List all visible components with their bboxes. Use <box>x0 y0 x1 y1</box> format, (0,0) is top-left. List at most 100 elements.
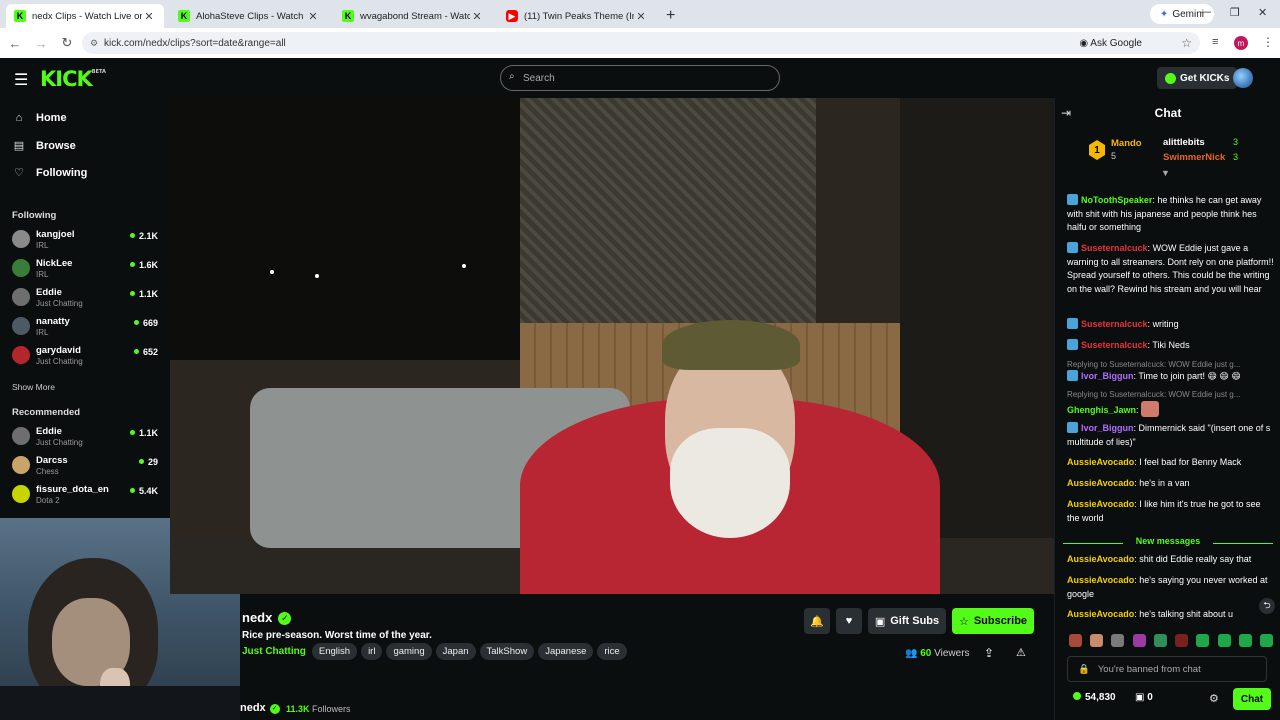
emote-icon[interactable] <box>1175 634 1189 647</box>
minimize-icon[interactable]: — <box>1200 6 1211 18</box>
close-icon[interactable]: ✕ <box>470 10 484 23</box>
close-window-icon[interactable]: ✕ <box>1258 6 1267 19</box>
tag[interactable]: English <box>311 643 358 660</box>
reply-context[interactable]: Replying to Suseternalcuck: WOW Eddie ju… <box>1067 360 1275 369</box>
channel-eddie-recommended[interactable]: Eddie Just Chatting 1.1K <box>12 424 162 450</box>
subs-count[interactable]: ▣ 0 <box>1135 692 1153 703</box>
channel-eddie[interactable]: Eddie Just Chatting 1.1K <box>12 285 162 311</box>
hamburger-menu-icon[interactable]: ☰ <box>14 70 28 90</box>
reply-context[interactable]: Replying to Suseternalcuck: WOW Eddie ju… <box>1067 390 1275 399</box>
restore-icon[interactable]: ❐ <box>1230 6 1240 19</box>
notification-bell-button[interactable]: 🔔 <box>804 608 830 634</box>
user-avatar[interactable] <box>1233 68 1253 88</box>
share-icon[interactable]: ⇪ <box>984 646 994 660</box>
chat-username[interactable]: Ivor_Biggun <box>1081 371 1134 381</box>
channel-darcss[interactable]: Darcss Chess 29 <box>12 453 162 479</box>
follow-heart-button[interactable]: ♥ <box>836 608 862 634</box>
new-tab-button[interactable]: + <box>666 4 675 28</box>
channel-name: kangjoel <box>36 229 75 240</box>
emote-icon[interactable] <box>1217 634 1231 647</box>
chat-username[interactable]: AussieAvocado <box>1067 575 1134 585</box>
channel-name: Darcss <box>36 455 68 466</box>
sidebar-item-home[interactable]: ⌂ Home <box>12 112 67 124</box>
chat-username[interactable]: AussieAvocado <box>1067 499 1134 509</box>
category-link[interactable]: Just Chatting <box>242 646 306 657</box>
url-field[interactable]: ⚙ kick.com/nedx/clips?sort=date&range=al… <box>82 32 1200 54</box>
close-icon[interactable]: ✕ <box>306 10 320 23</box>
chat-username[interactable]: AussieAvocado <box>1067 478 1134 488</box>
avatar <box>12 427 30 445</box>
chat-username[interactable]: AussieAvocado <box>1067 457 1134 467</box>
gift-subs-button[interactable]: ▣ Gift Subs <box>868 608 946 634</box>
chat-username[interactable]: AussieAvocado <box>1067 609 1134 619</box>
tag[interactable]: rice <box>597 643 627 660</box>
channel-nanatty[interactable]: nanatty IRL 669 <box>12 314 162 340</box>
chat-username[interactable]: NoToothSpeaker <box>1081 195 1152 205</box>
channel-fissure-dota-en[interactable]: fissure_dota_en Dota 2 5.4K <box>12 482 162 508</box>
sidebar: ⌂ Home ▤ Browse ♡ Following Following kangj… <box>0 98 170 518</box>
channel-name-footer[interactable]: nedx ✓ <box>240 702 280 714</box>
star-icon: ☆ <box>958 615 969 628</box>
chat-username[interactable]: AussieAvocado <box>1067 554 1134 564</box>
emote-icon[interactable] <box>1153 634 1167 647</box>
site-info-icon[interactable]: ⚙ <box>90 38 98 49</box>
sidebar-item-following[interactable]: ♡ Following <box>12 166 87 180</box>
chat-send-button[interactable]: Chat <box>1233 688 1271 710</box>
search-input[interactable]: ⌕ Search <box>500 65 780 91</box>
chat-message: AussieAvocado: shit did Eddie really say… <box>1067 554 1252 564</box>
close-icon[interactable]: ✕ <box>142 10 156 23</box>
channel-garydavid[interactable]: garydavid Just Chatting 652 <box>12 343 162 369</box>
chat-username[interactable]: Suseternalcuck <box>1081 340 1148 350</box>
emote-icon[interactable] <box>1132 634 1146 647</box>
chat-username[interactable]: Ghenghis_Jawn <box>1067 405 1136 415</box>
channel-kangjoel[interactable]: kangjoel IRL 2.1K <box>12 227 162 253</box>
emote-icon[interactable] <box>1259 634 1273 647</box>
ask-google-button[interactable]: ◉ Ask Google <box>1079 38 1142 49</box>
kick-favicon-icon: K <box>342 10 354 22</box>
browser-tab-1[interactable]: K nedx Clips - Watch Live on Kick ✕ <box>6 4 164 28</box>
streamer-name[interactable]: nedx ✓ <box>242 610 292 625</box>
close-icon[interactable]: ✕ <box>634 10 648 23</box>
scroll-to-bottom-button[interactable]: ⮌ <box>1259 598 1275 614</box>
forward-icon[interactable]: → <box>30 36 52 51</box>
bell-icon: 🔔 <box>810 615 824 628</box>
chat-username[interactable]: Ivor_Biggun <box>1081 423 1134 433</box>
tag[interactable]: Japan <box>435 643 476 660</box>
leader-second-name[interactable]: alittlebits <box>1163 137 1205 148</box>
browser-tab-3[interactable]: K wvagabond Stream - Watch Liv ✕ <box>334 4 492 28</box>
emote-icon[interactable] <box>1111 634 1125 647</box>
back-icon[interactable]: ← <box>4 36 26 51</box>
tag[interactable]: TalkShow <box>479 643 535 660</box>
chat-username[interactable]: Suseternalcuck <box>1081 319 1148 329</box>
tag[interactable]: Japanese <box>538 643 594 660</box>
emote-icon[interactable] <box>1090 634 1104 647</box>
sidebar-item-label: Home <box>36 112 67 124</box>
sidebar-item-browse[interactable]: ▤ Browse <box>12 139 76 153</box>
chat-settings-gear-icon[interactable]: ⚙ <box>1209 692 1219 705</box>
tag[interactable]: irl <box>361 643 383 660</box>
video-player[interactable] <box>170 98 1054 594</box>
reading-list-icon[interactable]: ≡ <box>1212 36 1218 48</box>
kick-logo[interactable]: KICKBETA <box>40 67 106 91</box>
address-bar-row: ← → ↻ ⚙ kick.com/nedx/clips?sort=date&ra… <box>0 28 1280 58</box>
profile-avatar[interactable]: m <box>1234 36 1248 50</box>
leader-third-name[interactable]: SwimmerNick <box>1163 152 1225 163</box>
browser-tab-2[interactable]: K AlohaSteve Clips - Watch Live o ✕ <box>170 4 328 28</box>
bookmark-star-icon[interactable]: ☆ <box>1181 36 1192 50</box>
tag[interactable]: gaming <box>386 643 432 660</box>
browser-tab-4[interactable]: ▶ (11) Twin Peaks Theme (Inst ✕ <box>498 4 656 28</box>
kicks-balance[interactable]: 54,830 <box>1073 692 1116 703</box>
leader-first-name[interactable]: Mando <box>1111 138 1142 149</box>
emote-icon[interactable] <box>1196 634 1210 647</box>
get-kicks-button[interactable]: Get KICKs <box>1157 67 1238 89</box>
chat-username[interactable]: Suseternalcuck <box>1081 243 1148 253</box>
reload-icon[interactable]: ↻ <box>56 35 78 51</box>
user-badge-icon <box>1067 318 1078 329</box>
report-icon[interactable]: ⚠ <box>1016 646 1026 659</box>
emote-icon[interactable] <box>1069 634 1082 647</box>
channel-nicklee[interactable]: NickLee IRL 1.6K <box>12 256 162 282</box>
browser-menu-icon[interactable]: ⋮ <box>1262 35 1274 49</box>
subscribe-button[interactable]: ☆ Subscribe <box>952 608 1034 634</box>
emote-icon[interactable] <box>1238 634 1252 647</box>
show-more-link[interactable]: Show More <box>12 382 55 392</box>
